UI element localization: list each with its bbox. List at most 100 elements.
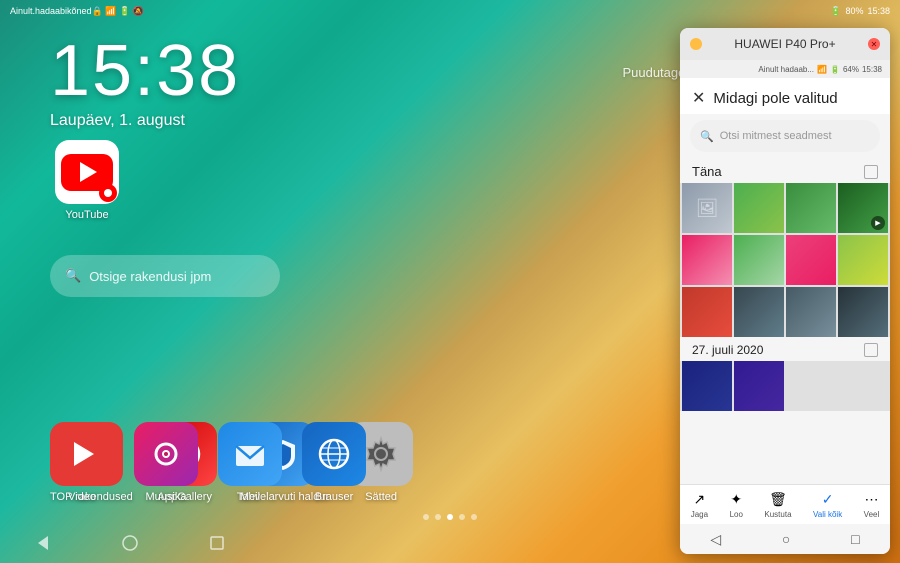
panel-recents-button[interactable]: □	[851, 531, 859, 547]
select-all-label: Vali kõik	[813, 510, 842, 519]
satted-label: Sätted	[365, 491, 397, 503]
photo-cell-7[interactable]	[786, 235, 836, 285]
photo-cell-6[interactable]	[734, 235, 784, 285]
date-photo-3[interactable]	[786, 361, 836, 411]
panel-minimize-button[interactable]	[690, 38, 702, 50]
share-label: Jaga	[691, 510, 708, 519]
photo-cell-5[interactable]	[682, 235, 732, 285]
status-time: 15:38	[867, 6, 890, 16]
date-photo-4[interactable]	[838, 361, 888, 411]
panel-delete-button[interactable]: 🗑 Kustuta	[764, 491, 791, 519]
page-dots	[423, 514, 477, 520]
meil-label: Meil	[240, 491, 260, 503]
photo-cell-2[interactable]	[734, 183, 784, 233]
panel-title-text: HUAWEI P40 Pro+	[702, 37, 868, 51]
clock-date: Laupäev, 1. august	[50, 112, 240, 130]
search-icon: 🔍	[65, 268, 81, 284]
page-dot-2[interactable]	[435, 514, 441, 520]
panel-close-button[interactable]: ✕	[868, 38, 880, 50]
panel-share-button[interactable]: ↗ Jaga	[691, 491, 708, 519]
nav-bar	[0, 523, 260, 563]
date-photo-1[interactable]	[682, 361, 732, 411]
select-all-icon: ✓	[822, 491, 834, 508]
app-muusika[interactable]: Muusika	[134, 422, 198, 503]
home-icon	[121, 534, 139, 552]
photo-cell-8[interactable]	[838, 235, 888, 285]
music-svg	[146, 434, 186, 474]
video-icon	[50, 422, 114, 486]
page-dot-1[interactable]	[423, 514, 429, 520]
panel-search[interactable]: 🔍 Otsi mitmest seadmest	[690, 120, 880, 152]
photo-cell-9[interactable]	[682, 287, 732, 337]
bottom-apps: Video Muusika Meil	[50, 422, 366, 503]
photo-cell-3[interactable]	[786, 183, 836, 233]
youtube-play-triangle	[80, 162, 97, 182]
more-label: Veel	[864, 510, 880, 519]
panel-battery-icon: 🔋	[830, 65, 840, 74]
page-dot-5[interactable]	[471, 514, 477, 520]
panel-home-button[interactable]: ○	[782, 531, 790, 547]
more-icon: ⋯	[864, 491, 878, 508]
muusika-label: Muusika	[146, 491, 187, 503]
home-button[interactable]	[118, 531, 142, 555]
app-youtube[interactable]: YouTube	[55, 140, 119, 221]
battery-percent: 80%	[845, 6, 863, 16]
panel-photo-grid: 🖼 ▶	[680, 183, 890, 337]
search-placeholder: Otsige rakendusi jpm	[89, 269, 211, 284]
today-checkbox[interactable]	[864, 165, 878, 179]
panel-create-button[interactable]: ✦ Loo	[730, 491, 743, 519]
gear-svg	[361, 434, 401, 474]
share-icon: ↗	[694, 491, 706, 508]
panel-more-button[interactable]: ⋯ Veel	[864, 491, 880, 519]
back-button[interactable]	[31, 531, 55, 555]
status-bar-left: Ainult.hadaabikõned🔒 📶 🔋 🔕	[10, 6, 830, 17]
video-svg	[62, 434, 102, 474]
browser-svg	[314, 434, 354, 474]
meil-icon	[218, 422, 282, 486]
battery-icon: 🔋	[830, 6, 841, 17]
delete-icon: 🗑	[769, 491, 787, 508]
panel: HUAWEI P40 Pro+ ✕ Ainult hadaab... 📶 🔋 6…	[680, 28, 890, 554]
clock-time: 15:38	[50, 30, 240, 112]
app-video[interactable]: Video	[50, 422, 114, 503]
brauser-label: Brauser	[315, 491, 354, 503]
photo-cell-4[interactable]: ▶	[838, 183, 888, 233]
photo-cell-10[interactable]	[734, 287, 784, 337]
status-bar: Ainult.hadaabikõned🔒 📶 🔋 🔕 🔋 80% 15:38	[0, 0, 900, 22]
panel-no-selection-text: Midagi pole valitud	[713, 90, 837, 107]
panel-nav-bar: ◁ ○ □	[680, 524, 890, 554]
delete-label: Kustuta	[764, 510, 791, 519]
panel-status-time: 15:38	[862, 65, 882, 74]
clock-area: 15:38 Laupäev, 1. august	[50, 30, 240, 130]
page-dot-4[interactable]	[459, 514, 465, 520]
panel-select-all-button[interactable]: ✓ Vali kõik	[813, 491, 842, 519]
panel-battery-pct: 64%	[843, 65, 859, 74]
create-icon: ✦	[730, 491, 742, 508]
panel-bottom-toolbar: ↗ Jaga ✦ Loo 🗑 Kustuta ✓ Vali kõik ⋯ Vee…	[680, 484, 890, 524]
photo-cell-11[interactable]	[786, 287, 836, 337]
photo-cell-1[interactable]: 🖼	[682, 183, 732, 233]
date-checkbox[interactable]	[864, 343, 878, 357]
panel-close-x-button[interactable]: ✕	[692, 88, 705, 108]
page-dot-3[interactable]	[447, 514, 453, 520]
youtube-badge-inner	[104, 189, 112, 197]
back-icon	[34, 534, 52, 552]
search-bar[interactable]: 🔍 Otsige rakendusi jpm	[50, 255, 280, 297]
app-icons-top: YouTube	[55, 140, 119, 221]
app-brauser[interactable]: Brauser	[302, 422, 366, 503]
panel-back-button[interactable]: ◁	[710, 531, 721, 548]
mail-svg	[230, 434, 270, 474]
date-photo-2[interactable]	[734, 361, 784, 411]
photo-cell-12[interactable]	[838, 287, 888, 337]
app-meil[interactable]: Meil	[218, 422, 282, 503]
panel-date-label: 27. juuli 2020	[692, 343, 763, 357]
video-label: Video	[68, 491, 96, 503]
panel-status-icons: 📶	[817, 65, 827, 74]
panel-search-icon: 🔍	[700, 130, 714, 143]
recents-button[interactable]	[205, 531, 229, 555]
panel-status-text: Ainult hadaab...	[758, 65, 814, 74]
panel-section-header: Täna	[680, 158, 890, 183]
panel-title-bar: HUAWEI P40 Pro+ ✕	[680, 28, 890, 60]
muusika-icon	[134, 422, 198, 486]
recents-icon	[208, 534, 226, 552]
